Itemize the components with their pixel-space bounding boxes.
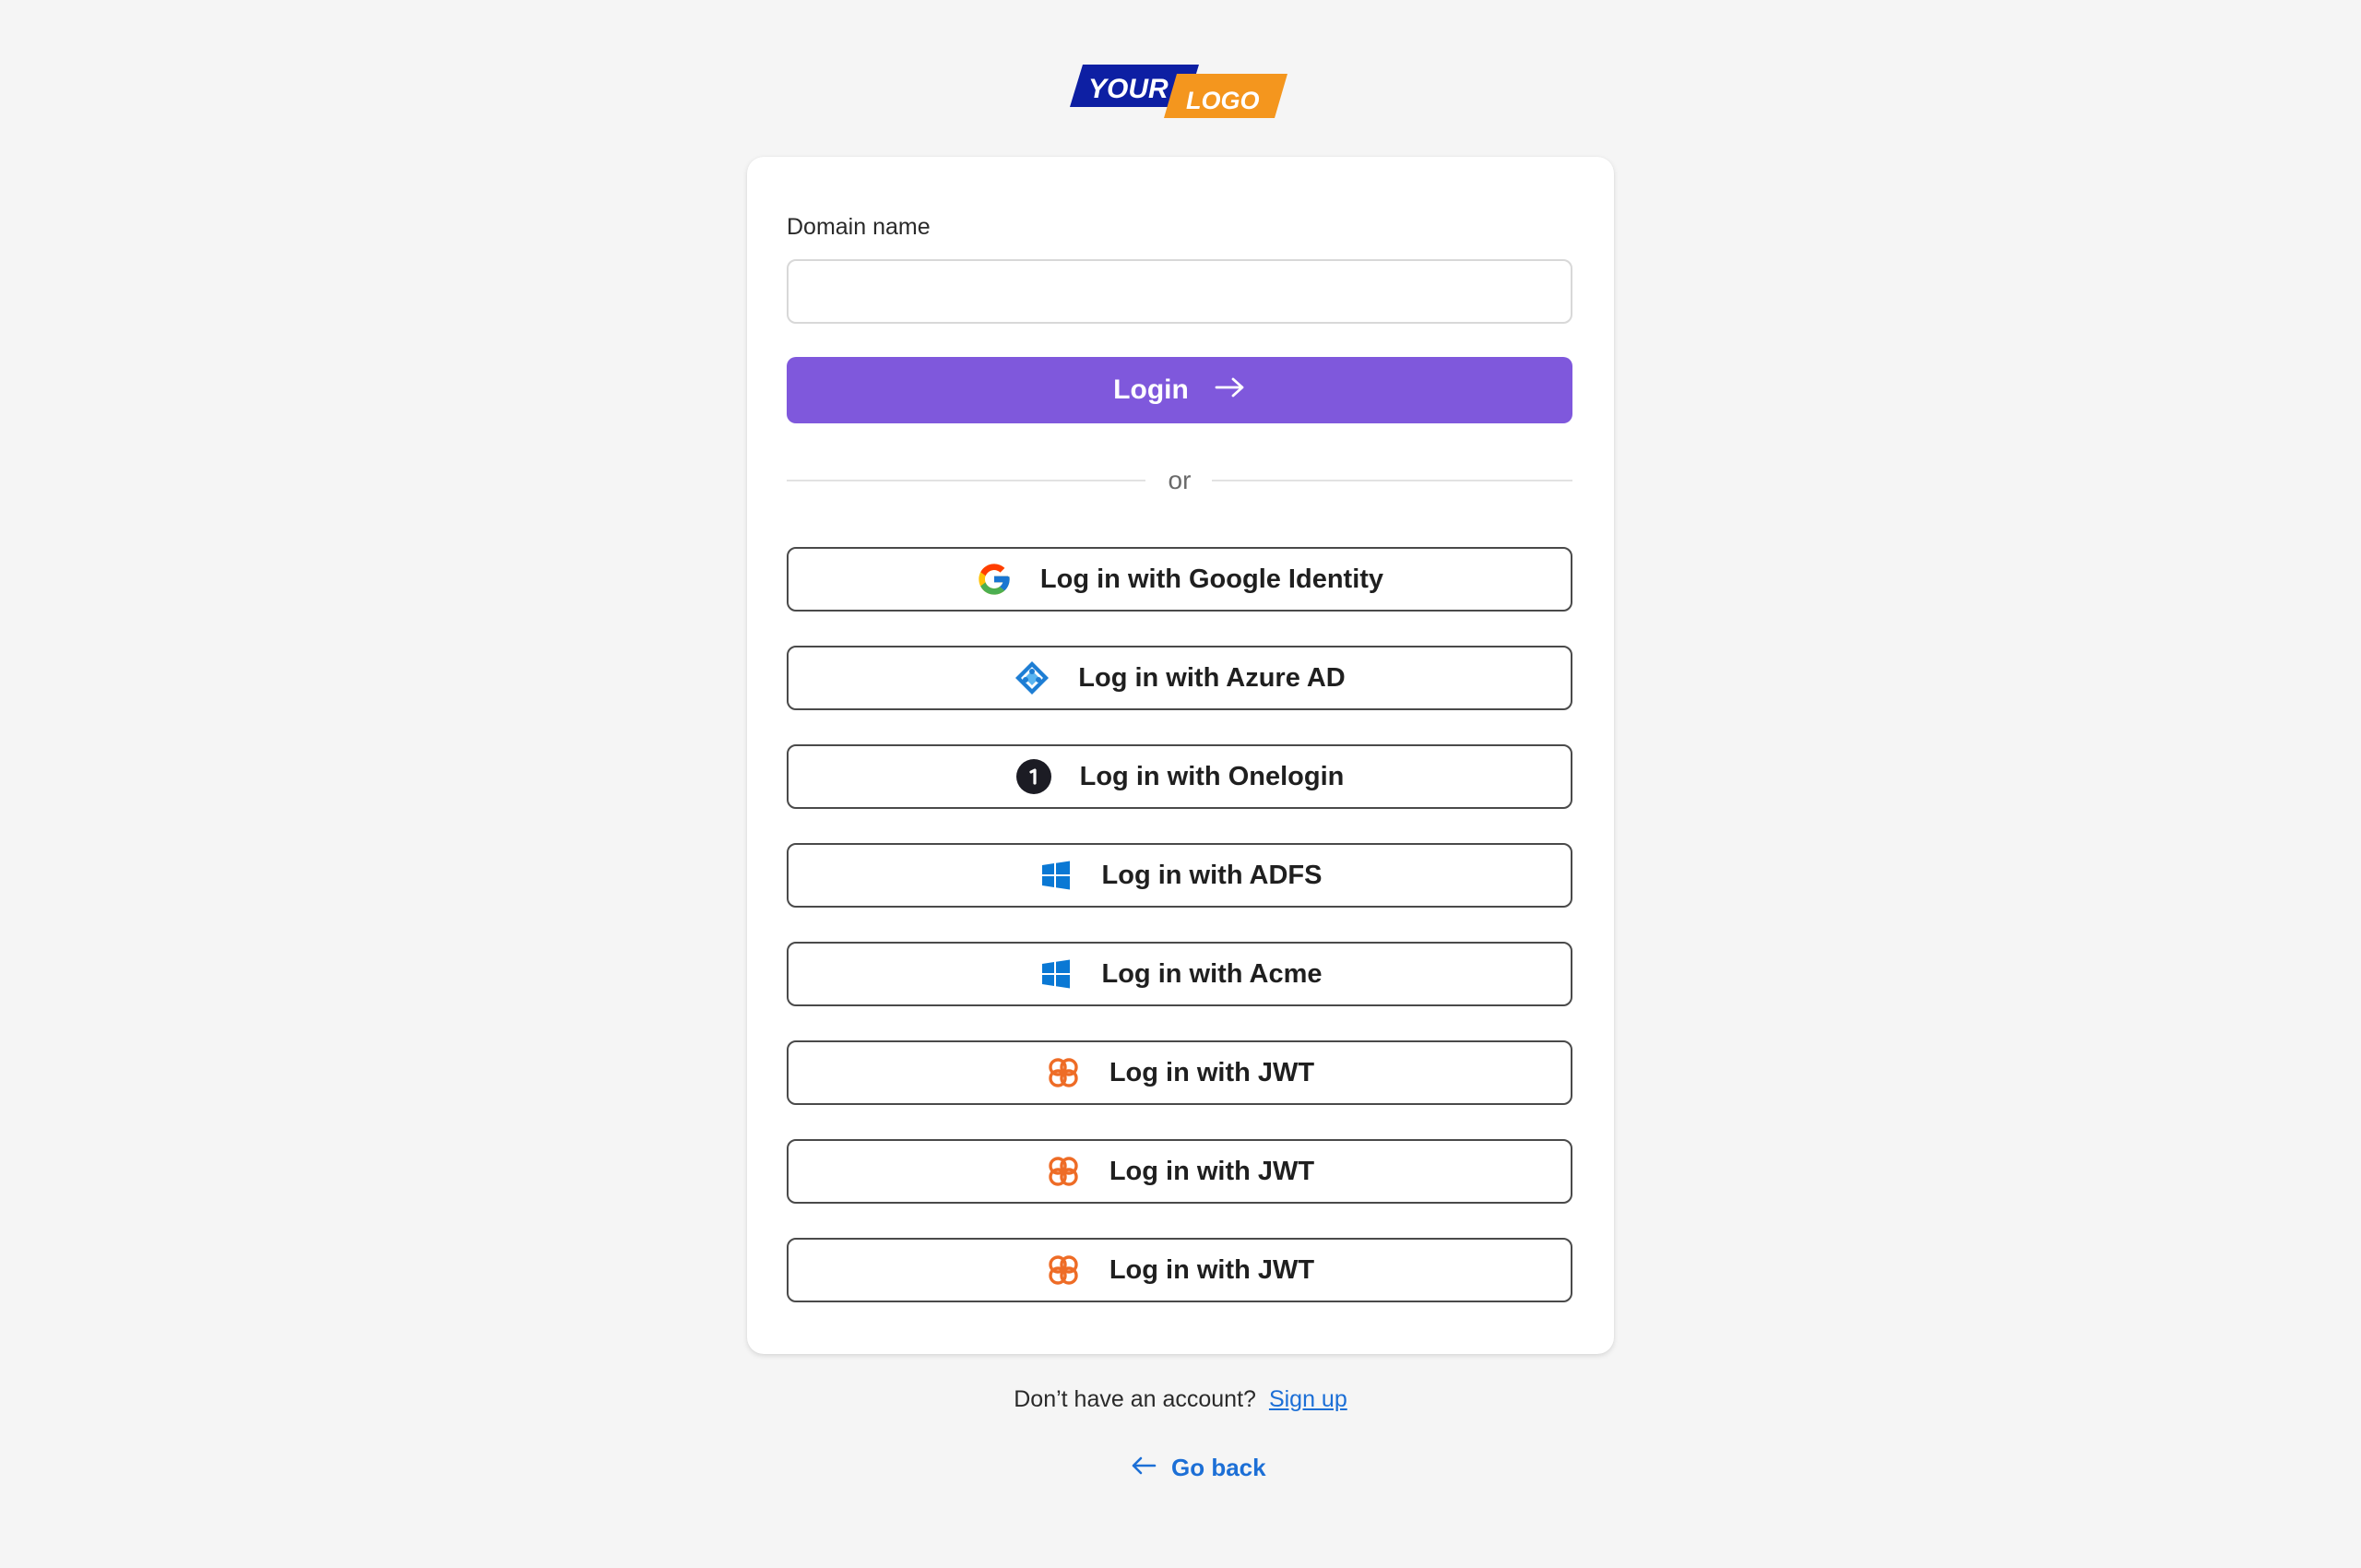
domain-name-input[interactable]	[787, 259, 1572, 324]
signup-prompt: Don’t have an account? Sign up	[0, 1386, 2361, 1413]
svg-text:YOUR: YOUR	[1088, 74, 1169, 104]
jwt-login-button[interactable]: Log in with JWT	[787, 1040, 1572, 1105]
acme-login-button[interactable]: Log in with Acme	[787, 942, 1572, 1006]
go-back-label: Go back	[1171, 1454, 1266, 1481]
go-back-link[interactable]: Go back	[1131, 1454, 1266, 1482]
windows-icon	[1038, 956, 1074, 992]
google-identity-login-button[interactable]: Log in with Google Identity	[787, 547, 1572, 612]
provider-label: Log in with Google Identity	[1039, 564, 1384, 594]
provider-label: Log in with ADFS	[1101, 860, 1323, 890]
provider-label: Log in with JWT	[1109, 1156, 1315, 1186]
svg-text:LOGO: LOGO	[1186, 87, 1260, 114]
azure-ad-login-button[interactable]: Log in with Azure AD	[787, 646, 1572, 710]
provider-label: Log in with Acme	[1101, 958, 1323, 989]
windows-icon	[1038, 857, 1074, 894]
azure-ad-icon	[1014, 659, 1050, 696]
onelogin-icon	[1015, 758, 1052, 795]
login-button-label: Login	[1113, 374, 1189, 405]
signup-prompt-text: Don’t have an account?	[1014, 1386, 1256, 1412]
domain-name-label: Domain name	[787, 214, 931, 240]
jwt-icon	[1045, 1252, 1082, 1289]
jwt-icon	[1045, 1153, 1082, 1190]
google-icon	[976, 561, 1013, 598]
brand-logo: YOUR LOGO	[1070, 61, 1291, 122]
jwt-login-button[interactable]: Log in with JWT	[787, 1139, 1572, 1204]
arrow-right-icon	[1215, 374, 1246, 406]
adfs-login-button[interactable]: Log in with ADFS	[787, 843, 1572, 908]
provider-label: Log in with JWT	[1109, 1254, 1315, 1285]
provider-label: Log in with JWT	[1109, 1057, 1315, 1087]
or-divider: or	[787, 466, 1572, 494]
jwt-login-button[interactable]: Log in with JWT	[787, 1238, 1572, 1302]
jwt-icon	[1045, 1054, 1082, 1091]
login-button[interactable]: Login	[787, 357, 1572, 423]
divider-or-text: or	[1168, 466, 1192, 494]
provider-label: Log in with Azure AD	[1078, 662, 1346, 693]
login-card: Domain name Login or Log in with Google …	[747, 157, 1614, 1354]
sign-up-link[interactable]: Sign up	[1269, 1386, 1347, 1412]
onelogin-login-button[interactable]: Log in with Onelogin	[787, 744, 1572, 809]
provider-label: Log in with Onelogin	[1079, 761, 1345, 791]
arrow-left-icon	[1131, 1454, 1157, 1482]
